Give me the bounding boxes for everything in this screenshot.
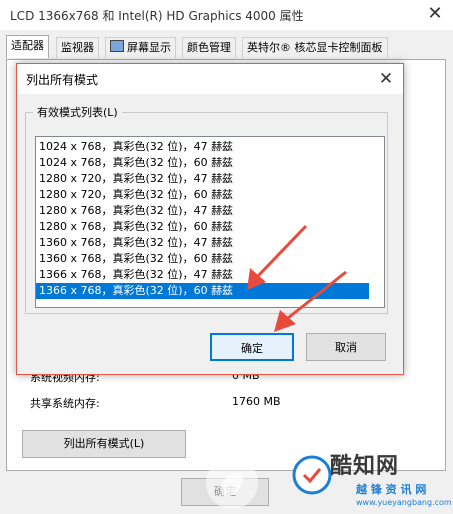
mode-item[interactable]: 1024 x 768，真彩色(32 位)，60 赫兹 — [36, 155, 369, 171]
tab-intel-control-panel[interactable]: 英特尔® 核芯显卡控制面板 — [242, 37, 388, 58]
dialog-titlebar: 列出所有模式 ✕ — [17, 64, 403, 94]
mode-list[interactable]: 1024 x 768，真彩色(32 位)，47 赫兹 1024 x 768，真彩… — [35, 136, 385, 308]
mode-list-scrollbar[interactable]: ▲ ▼ — [384, 137, 385, 307]
mode-item[interactable]: 1280 x 720，真彩色(32 位)，47 赫兹 — [36, 171, 369, 187]
outer-titlebar: LCD 1366x768 和 Intel(R) HD Graphics 4000… — [0, 0, 453, 30]
watermark-url: www.yueyangbang.com — [356, 498, 452, 507]
tab-label: 屏幕显示 — [127, 41, 171, 54]
list-all-modes-button[interactable]: 列出所有模式(L) — [22, 430, 186, 458]
cancel-button[interactable]: 取消 — [306, 333, 386, 361]
ok-button[interactable]: 确定 — [210, 333, 294, 361]
tab-strip: 适配器 监视器 屏幕显示 颜色管理 英特尔® 核芯显卡控制面板 — [6, 35, 446, 59]
tab-screen-display[interactable]: 屏幕显示 — [105, 37, 176, 58]
scroll-up-arrow-icon[interactable]: ▲ — [384, 137, 385, 154]
shared-system-memory-label: 共享系统内存: — [30, 397, 100, 410]
scroll-down-arrow-icon[interactable]: ▼ — [384, 289, 385, 306]
outer-close-icon[interactable]: ✕ — [423, 3, 447, 25]
mode-item-selected[interactable]: 1366 x 768，真彩色(32 位)，60 赫兹 — [36, 283, 369, 299]
dialog-title: 列出所有模式 — [26, 73, 99, 87]
watermark-subtitle: 越 锋 资 讯 网 — [356, 483, 427, 496]
tab-color-management[interactable]: 颜色管理 — [182, 37, 236, 58]
window-title: LCD 1366x768 和 Intel(R) HD Graphics 4000… — [10, 9, 304, 23]
tab-adapter[interactable]: 适配器 — [6, 35, 49, 58]
list-all-modes-dialog: 列出所有模式 ✕ 有效模式列表(L) 1024 x 768，真彩色(32 位)，… — [16, 63, 404, 375]
mode-item[interactable]: 1024 x 768，真彩色(32 位)，47 赫兹 — [36, 139, 369, 155]
dialog-close-icon[interactable]: ✕ — [375, 68, 397, 90]
mode-item[interactable]: 1280 x 768，真彩色(32 位)，47 赫兹 — [36, 203, 369, 219]
mode-item[interactable]: 1360 x 768，真彩色(32 位)，60 赫兹 — [36, 251, 369, 267]
mode-item[interactable]: 1280 x 720，真彩色(32 位)，60 赫兹 — [36, 187, 369, 203]
shared-system-memory-value: 1760 MB — [232, 395, 281, 408]
mode-item[interactable]: 1280 x 768，真彩色(32 位)，60 赫兹 — [36, 219, 369, 235]
mode-item[interactable]: 1360 x 768，真彩色(32 位)，47 赫兹 — [36, 235, 369, 251]
watermark-text: 酷知网 — [330, 454, 400, 479]
mode-item[interactable]: 1366 x 768，真彩色(32 位)，47 赫兹 — [36, 267, 369, 283]
monitor-icon — [110, 40, 124, 52]
tab-monitor[interactable]: 监视器 — [56, 37, 99, 58]
valid-modes-group-label: 有效模式列表(L) — [33, 104, 122, 120]
